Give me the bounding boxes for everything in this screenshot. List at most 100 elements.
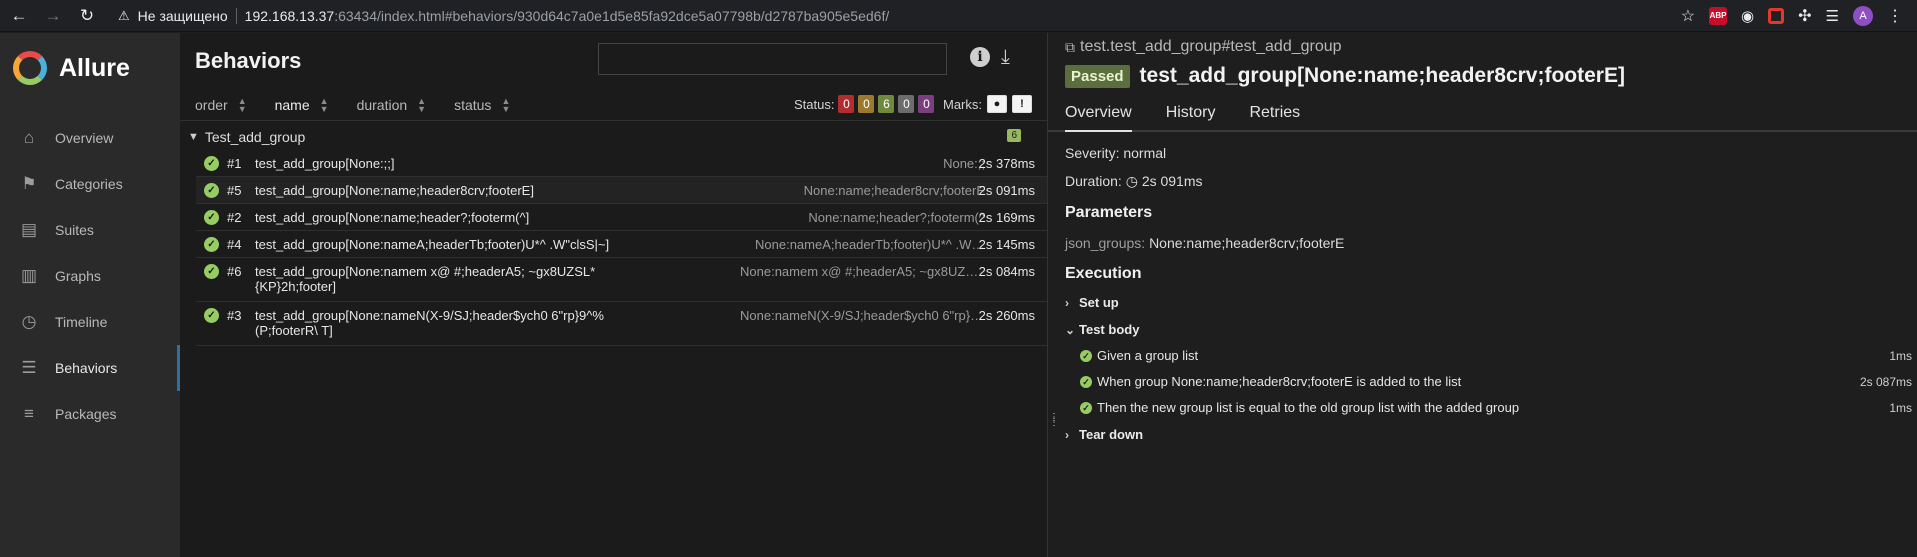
pane-splitter[interactable]: ⋮ ⋮: [1048, 33, 1059, 557]
setup-section[interactable]: › Set up: [1065, 295, 1917, 310]
setup-label: Set up: [1079, 295, 1119, 310]
detail-tabs: Overview History Retries: [1048, 98, 1917, 132]
step-text: Then the new group list is equal to the …: [1097, 400, 1520, 415]
star-icon[interactable]: ☆: [1681, 6, 1695, 26]
sort-order[interactable]: order ▲ ▼: [195, 95, 247, 114]
row-name: test_add_group[None:name;header?;footerm…: [255, 210, 530, 225]
table-row[interactable]: ✓ #2 test_add_group[None:name;header?;fo…: [196, 204, 1047, 231]
test-body-section[interactable]: ⌄ Test body: [1065, 322, 1917, 337]
sort-status[interactable]: status ▲ ▼: [454, 96, 510, 113]
puzzle-icon[interactable]: ✣: [1798, 6, 1811, 26]
row-param: None:namem x@ #;headerA5; ~gx8UZSL*{KP}2…: [740, 264, 985, 279]
bar-chart-icon: ▥: [20, 266, 38, 285]
breadcrumb: ⧉ test.test_add_group#test_add_group: [1065, 33, 1917, 56]
test-title: test_add_group[None:name;header8crv;foot…: [1139, 64, 1625, 87]
tree-group[interactable]: ▼ Test_add_group 6: [180, 124, 1047, 150]
sidebar-item-overview[interactable]: ⌂ Overview: [0, 115, 180, 161]
forward-icon[interactable]: →: [42, 5, 64, 27]
clock-icon: ◷: [21, 312, 37, 331]
test-full-name: test.test_add_group#test_add_group: [1080, 38, 1342, 55]
chevron-right-icon: ›: [1065, 427, 1069, 442]
address-bar[interactable]: ⚠ Не защищено 192.168.13.37 :63434/index…: [110, 2, 1669, 29]
tab-overview[interactable]: Overview: [1065, 98, 1132, 132]
parameter-row: json_groups: None:name;header8crv;footer…: [1065, 235, 1917, 251]
profile-avatar[interactable]: A: [1853, 5, 1873, 26]
table-row[interactable]: ✓ #1 test_add_group[None:;;] None:;; 2s …: [196, 150, 1047, 177]
status-passed-count[interactable]: 6: [878, 95, 895, 113]
execution-heading: Execution: [1065, 265, 1142, 282]
sidebar-item-graphs[interactable]: ▥ Graphs: [0, 253, 180, 299]
sidebar-item-packages[interactable]: ≡ Packages: [0, 391, 180, 437]
divider: [235, 7, 237, 24]
status-unknown-count[interactable]: 0: [918, 95, 935, 113]
row-number: #5: [227, 183, 242, 198]
sidebar-item-behaviors[interactable]: ☰ Behaviors: [0, 345, 180, 391]
parameter-key: json_groups:: [1065, 235, 1146, 251]
sidebar-item-label: Categories: [55, 176, 123, 192]
test-title-row: Passed test_add_group[None:name;header8c…: [1065, 64, 1917, 88]
tab-retries[interactable]: Retries: [1249, 98, 1300, 130]
url-path: :63434/index.html#behaviors/930d64c7a0e1…: [334, 7, 890, 24]
sort-arrows-icon: ▲ ▼: [237, 95, 247, 114]
sidebar-item-label: Suites: [55, 222, 94, 238]
row-duration: 2s 084ms: [978, 264, 1035, 279]
drag-handle-icon: ⋮ ⋮: [1049, 412, 1059, 428]
sidebar-item-suites[interactable]: ▤ Suites: [0, 207, 180, 253]
align-left-icon: ≡: [24, 404, 34, 423]
table-row[interactable]: ✓ #5 test_add_group[None:name;header8crv…: [196, 177, 1047, 204]
sidebar-item-timeline[interactable]: ◷ Timeline: [0, 299, 180, 345]
passed-check-icon: ✓: [204, 264, 219, 279]
step-row[interactable]: ✓ Given a group list 1ms: [1065, 348, 1912, 363]
duration-label: Duration:: [1065, 173, 1122, 189]
sort-name[interactable]: name ▲ ▼: [275, 96, 329, 113]
sidebar-item-label: Graphs: [55, 268, 101, 284]
spy-icon[interactable]: ◉: [1741, 7, 1754, 25]
table-row[interactable]: ✓ #6 test_add_group[None:namem x@ #;head…: [196, 258, 1047, 302]
reading-list-icon[interactable]: ☰: [1826, 7, 1839, 25]
sidebar-item-label: Overview: [55, 130, 114, 146]
group-name: Test_add_group: [204, 129, 306, 145]
passed-check-icon: ✓: [1080, 375, 1092, 388]
tab-history[interactable]: History: [1166, 98, 1216, 130]
test-body-label: Test body: [1079, 322, 1140, 337]
allure-app: Allure ⌂ Overview ⚑ Categories ▤ Suites …: [0, 33, 1917, 557]
more-icon[interactable]: ⋮: [1887, 6, 1903, 26]
reload-icon[interactable]: ↻: [76, 5, 98, 27]
new-failed-warning-icon[interactable]: !: [1012, 95, 1032, 113]
test-detail-pane: ⧉ test.test_add_group#test_add_group Pas…: [1048, 33, 1917, 557]
row-number: #1: [227, 156, 242, 171]
search-input[interactable]: [598, 43, 947, 75]
marks-label: Marks:: [943, 96, 982, 112]
sidebar-item-label: Timeline: [55, 314, 108, 330]
sidebar-item-categories[interactable]: ⚑ Categories: [0, 161, 180, 207]
table-row[interactable]: ✓ #3 test_add_group[None:nameN(X-9/SJ;he…: [196, 302, 1047, 346]
adblock-icon[interactable]: ABP: [1709, 6, 1728, 25]
sort-label: duration: [356, 96, 408, 113]
status-failed-count[interactable]: 0: [838, 95, 855, 113]
step-text: Given a group list: [1097, 348, 1199, 363]
warning-icon[interactable]: ⚠: [118, 8, 130, 24]
copy-icon[interactable]: ⧉: [1065, 39, 1075, 56]
sidebar: Allure ⌂ Overview ⚑ Categories ▤ Suites …: [0, 33, 180, 557]
duration-line: Duration: ◷ 2s 091ms: [1065, 173, 1917, 190]
table-row[interactable]: ✓ #4 test_add_group[None:nameA;headerTb;…: [196, 231, 1047, 258]
status-broken-count[interactable]: 0: [858, 95, 875, 113]
screenshot-extension-icon[interactable]: [1768, 7, 1785, 24]
step-row[interactable]: ✓ Then the new group list is equal to th…: [1065, 400, 1912, 415]
row-duration: 2s 091ms: [978, 183, 1035, 198]
row-number: #6: [227, 264, 242, 279]
security-label: Не защищено: [137, 7, 228, 24]
sort-duration[interactable]: duration ▲ ▼: [356, 96, 427, 113]
flaky-bomb-icon[interactable]: ●: [987, 95, 1007, 113]
status-skipped-count[interactable]: 0: [898, 95, 915, 113]
download-icon[interactable]: ⤓: [1001, 46, 1010, 69]
sort-bar: order ▲ ▼ name ▲ ▼ duration ▲ ▼ status ▲ ▼ S…: [180, 89, 1047, 121]
teardown-section[interactable]: › Tear down: [1065, 427, 1917, 442]
chevron-down-icon: ▼: [188, 131, 199, 143]
passed-check-icon: ✓: [1080, 401, 1092, 414]
brand[interactable]: Allure: [0, 33, 180, 103]
info-icon[interactable]: i: [970, 47, 990, 67]
step-row[interactable]: ✓ When group None:name;header8crv;footer…: [1065, 374, 1912, 389]
passed-check-icon: ✓: [204, 308, 219, 323]
back-icon[interactable]: ←: [8, 5, 30, 27]
